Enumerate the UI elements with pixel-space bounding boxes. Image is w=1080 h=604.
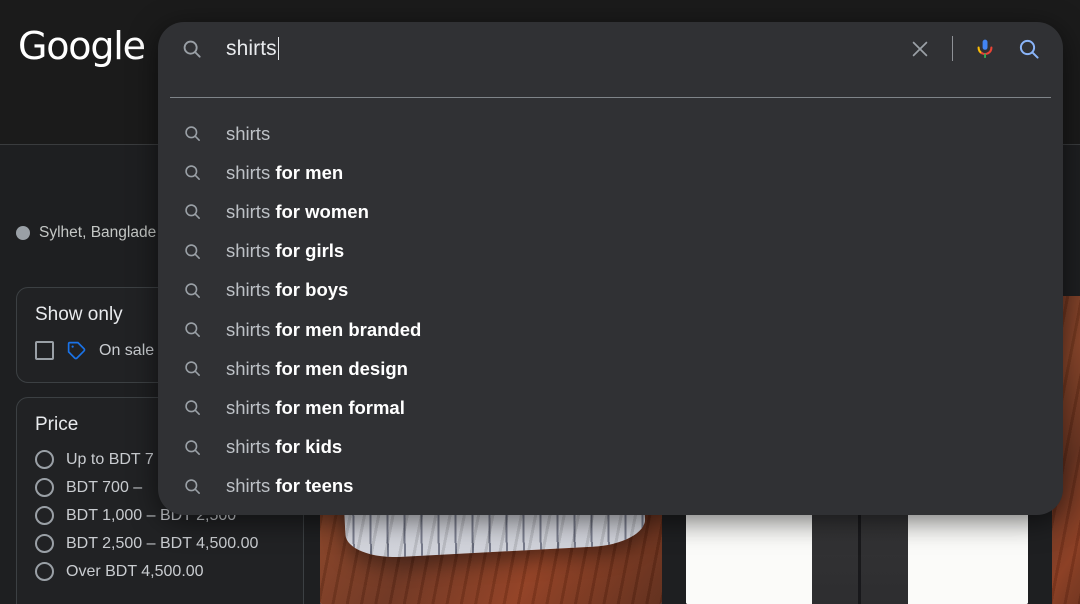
price-option-label: Up to BDT 7	[66, 451, 154, 469]
suggestion-label: shirts for teens	[226, 475, 353, 497]
suggestion-item[interactable]: shirts for girls	[158, 232, 1063, 271]
price-radio[interactable]	[35, 534, 54, 553]
price-option-label: BDT 2,500 – BDT 4,500.00	[66, 535, 258, 553]
suggestion-label: shirts for men	[226, 162, 343, 184]
price-option-label: Over BDT 4,500.00	[66, 563, 204, 581]
suggestion-item[interactable]: shirts for kids	[158, 428, 1063, 467]
suggestion-item[interactable]: shirts for men branded	[158, 310, 1063, 349]
search-icon	[170, 359, 214, 378]
suggestion-label: shirts for men design	[226, 358, 408, 380]
search-icon	[170, 202, 214, 221]
search-icon	[170, 281, 214, 300]
suggestion-item[interactable]: shirts for teens	[158, 467, 1063, 506]
location-label: Sylhet, Banglade	[39, 224, 156, 242]
suggestion-item[interactable]: shirts for men design	[158, 349, 1063, 388]
search-icon	[170, 124, 214, 143]
toolbar-divider	[952, 36, 953, 61]
search-submit-icon[interactable]	[1007, 27, 1051, 71]
suggestion-label: shirts for men branded	[226, 319, 421, 341]
microphone-icon[interactable]	[963, 27, 1007, 71]
google-logo[interactable]: Google	[18, 27, 145, 65]
price-tag-icon	[66, 340, 87, 361]
search-icon	[170, 242, 214, 261]
suggestion-label: shirts for women	[226, 201, 369, 223]
suggestion-label: shirts for girls	[226, 240, 344, 262]
price-radio[interactable]	[35, 506, 54, 525]
search-bar: shirts	[158, 22, 1063, 75]
suggestion-item[interactable]: shirts for men	[158, 153, 1063, 192]
suggestion-label: shirts for boys	[226, 279, 348, 301]
suggestion-item[interactable]: shirts	[158, 114, 1063, 153]
price-radio[interactable]	[35, 450, 54, 469]
text-cursor	[278, 37, 280, 60]
price-option[interactable]: Over BDT 4,500.00	[35, 562, 285, 581]
suggestion-label: shirts	[226, 123, 270, 145]
on-sale-label: On sale	[99, 342, 154, 360]
search-icon	[170, 27, 214, 71]
search-actions	[898, 27, 1063, 71]
search-icon	[170, 398, 214, 417]
price-option[interactable]: BDT 2,500 – BDT 4,500.00	[35, 534, 285, 553]
search-icon	[170, 320, 214, 339]
location-row[interactable]: Sylhet, Banglade	[16, 224, 156, 242]
suggestion-label: shirts for kids	[226, 436, 342, 458]
google-shopping-search-page: Google Sylhet, Banglade Show only On sal…	[0, 0, 1080, 604]
search-query-text: shirts	[226, 37, 277, 61]
search-icon	[170, 477, 214, 496]
suggestion-item[interactable]: shirts for women	[158, 192, 1063, 231]
suggestion-list: shirts shirts for men shirts for women s…	[158, 114, 1063, 506]
suggestion-label: shirts for men formal	[226, 397, 405, 419]
suggestion-item[interactable]: shirts for men formal	[158, 388, 1063, 427]
search-divider	[170, 97, 1051, 98]
search-suggestions-overlay: shirts	[158, 22, 1063, 515]
price-option-label: BDT 700 –	[66, 479, 142, 497]
search-input[interactable]: shirts	[214, 37, 898, 61]
suggestion-item[interactable]: shirts for boys	[158, 271, 1063, 310]
close-icon[interactable]	[898, 27, 942, 71]
search-icon	[170, 438, 214, 457]
location-dot-icon	[16, 226, 30, 240]
price-radio[interactable]	[35, 562, 54, 581]
search-icon	[170, 163, 214, 182]
price-radio[interactable]	[35, 478, 54, 497]
on-sale-checkbox[interactable]	[35, 341, 54, 360]
